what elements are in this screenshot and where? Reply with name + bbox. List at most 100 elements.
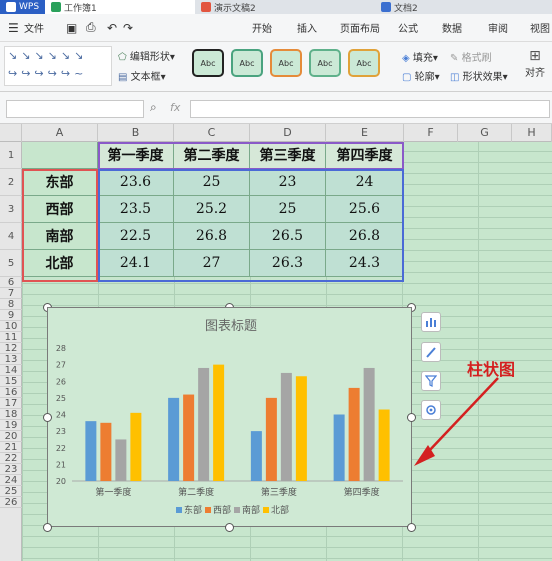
tab-home[interactable]: 开始 — [252, 20, 272, 35]
resize-handle[interactable] — [43, 413, 52, 422]
resize-handle[interactable] — [225, 523, 234, 532]
fx-icon[interactable]: fx — [170, 101, 180, 114]
chart-filter-button[interactable] — [421, 371, 441, 391]
row-header[interactable]: 3 — [0, 196, 22, 223]
column-header-c[interactable]: C — [174, 124, 250, 142]
value-cell[interactable]: 26.8 — [174, 223, 250, 250]
row-header[interactable]: 1 — [0, 142, 22, 169]
value-cell[interactable]: 27 — [174, 250, 250, 277]
region-cell[interactable]: 北部 — [22, 250, 98, 277]
style-box-1[interactable]: Abc — [192, 49, 224, 77]
value-cell[interactable]: 23.5 — [98, 196, 174, 223]
row-header[interactable]: 9 — [0, 310, 22, 321]
tab-formulas[interactable]: 公式 — [398, 20, 418, 35]
value-cell[interactable]: 24 — [326, 169, 404, 196]
save-icon[interactable]: ▣ — [66, 21, 77, 35]
line-shapes-gallery[interactable]: ↘↘↘↘↘↘ ↪↪↪↪↪~ — [4, 46, 112, 86]
column-header-g[interactable]: G — [458, 124, 512, 142]
column-header-d[interactable]: D — [250, 124, 326, 142]
row-header[interactable]: 19 — [0, 420, 22, 431]
value-cell[interactable]: 26.8 — [326, 223, 404, 250]
value-cell[interactable]: 24.1 — [98, 250, 174, 277]
chart-settings-button[interactable] — [421, 400, 441, 420]
row-header[interactable]: 8 — [0, 299, 22, 310]
column-title-cell[interactable]: 第四季度 — [326, 142, 404, 169]
style-box-4[interactable]: Abc — [309, 49, 341, 77]
chart-elements-button[interactable] — [421, 312, 441, 332]
row-header[interactable]: 26 — [0, 497, 22, 508]
style-box-5[interactable]: Abc — [348, 49, 380, 77]
value-cell[interactable]: 26.3 — [250, 250, 326, 277]
column-title-cell[interactable]: 第三季度 — [250, 142, 326, 169]
region-cell[interactable]: 西部 — [22, 196, 98, 223]
print-icon[interactable]: ⎙ — [86, 20, 96, 35]
tab-page-layout[interactable]: 页面布局 — [340, 20, 380, 35]
fill-button[interactable]: ◈ 填充▾ — [402, 49, 438, 64]
style-box-3[interactable]: Abc — [270, 49, 302, 77]
text-box-button[interactable]: ▤ 文本框▾ — [118, 68, 166, 83]
chart-style-button[interactable] — [421, 342, 441, 362]
row-header[interactable]: 24 — [0, 475, 22, 486]
tab-document[interactable]: 文档2 — [375, 0, 424, 14]
row-header[interactable]: 7 — [0, 288, 22, 299]
value-cell[interactable]: 25.6 — [326, 196, 404, 223]
tab-workbook[interactable]: 工作簿1 — [45, 0, 196, 14]
corner-cell[interactable] — [22, 142, 98, 169]
value-cell[interactable]: 23 — [250, 169, 326, 196]
row-header[interactable]: 2 — [0, 169, 22, 196]
row-header[interactable]: 12 — [0, 343, 22, 354]
value-cell[interactable]: 25.2 — [174, 196, 250, 223]
tab-view[interactable]: 视图 — [530, 20, 550, 35]
region-cell[interactable]: 南部 — [22, 223, 98, 250]
menu-icon[interactable]: ☰ — [8, 21, 19, 35]
region-cell[interactable]: 东部 — [22, 169, 98, 196]
row-header[interactable]: 4 — [0, 223, 22, 250]
tab-insert[interactable]: 插入 — [297, 20, 317, 35]
select-all-corner[interactable] — [0, 124, 22, 142]
row-header[interactable]: 11 — [0, 332, 22, 343]
row-header[interactable]: 13 — [0, 354, 22, 365]
name-box[interactable] — [6, 100, 144, 118]
undo-icon[interactable]: ↶ — [107, 21, 117, 35]
column-title-cell[interactable]: 第二季度 — [174, 142, 250, 169]
column-header-f[interactable]: F — [404, 124, 458, 142]
shape-effect-button[interactable]: ◫ 形状效果▾ — [450, 68, 508, 83]
column-header-a[interactable]: A — [22, 124, 98, 142]
redo-icon[interactable]: ↷ — [123, 21, 133, 35]
align-button[interactable]: ⊞ 对齐 — [520, 48, 550, 79]
value-cell[interactable]: 26.5 — [250, 223, 326, 250]
value-cell[interactable]: 22.5 — [98, 223, 174, 250]
row-header[interactable]: 6 — [0, 277, 22, 288]
value-cell[interactable]: 23.6 — [98, 169, 174, 196]
resize-handle[interactable] — [407, 523, 416, 532]
row-header[interactable]: 14 — [0, 365, 22, 376]
tab-review[interactable]: 审阅 — [488, 20, 508, 35]
row-header[interactable]: 15 — [0, 376, 22, 387]
resize-handle[interactable] — [407, 413, 416, 422]
row-header[interactable]: 18 — [0, 409, 22, 420]
value-cell[interactable]: 24.3 — [326, 250, 404, 277]
resize-handle[interactable] — [43, 523, 52, 532]
column-header-h[interactable]: H — [512, 124, 552, 142]
column-title-cell[interactable]: 第一季度 — [98, 142, 174, 169]
outline-button[interactable]: ▢ 轮廓▾ — [402, 68, 440, 83]
column-header-e[interactable]: E — [326, 124, 404, 142]
style-box-2[interactable]: Abc — [231, 49, 263, 77]
row-header[interactable]: 25 — [0, 486, 22, 497]
row-header[interactable]: 10 — [0, 321, 22, 332]
row-header[interactable]: 5 — [0, 250, 22, 277]
tab-presentation[interactable]: 演示文稿2 — [195, 0, 375, 14]
zoom-icon[interactable]: ⌕ — [150, 100, 157, 115]
edit-shape-button[interactable]: ⬠ 编辑形状▾ — [118, 48, 175, 63]
tab-data[interactable]: 数据 — [442, 20, 462, 35]
column-chart[interactable]: 图表标题 20 21 22 23 24 25 26 27 28 第一季度 第二季度 第三季度 第四季度 东部… — [47, 307, 412, 527]
column-header-b[interactable]: B — [98, 124, 174, 142]
formula-input[interactable] — [190, 100, 550, 118]
tab-wps[interactable]: WPS — [0, 0, 46, 14]
row-header[interactable]: 21 — [0, 442, 22, 453]
row-header[interactable]: 20 — [0, 431, 22, 442]
file-menu[interactable]: 文件 — [24, 20, 44, 35]
row-header[interactable]: 22 — [0, 453, 22, 464]
row-header[interactable]: 16 — [0, 387, 22, 398]
value-cell[interactable]: 25 — [174, 169, 250, 196]
